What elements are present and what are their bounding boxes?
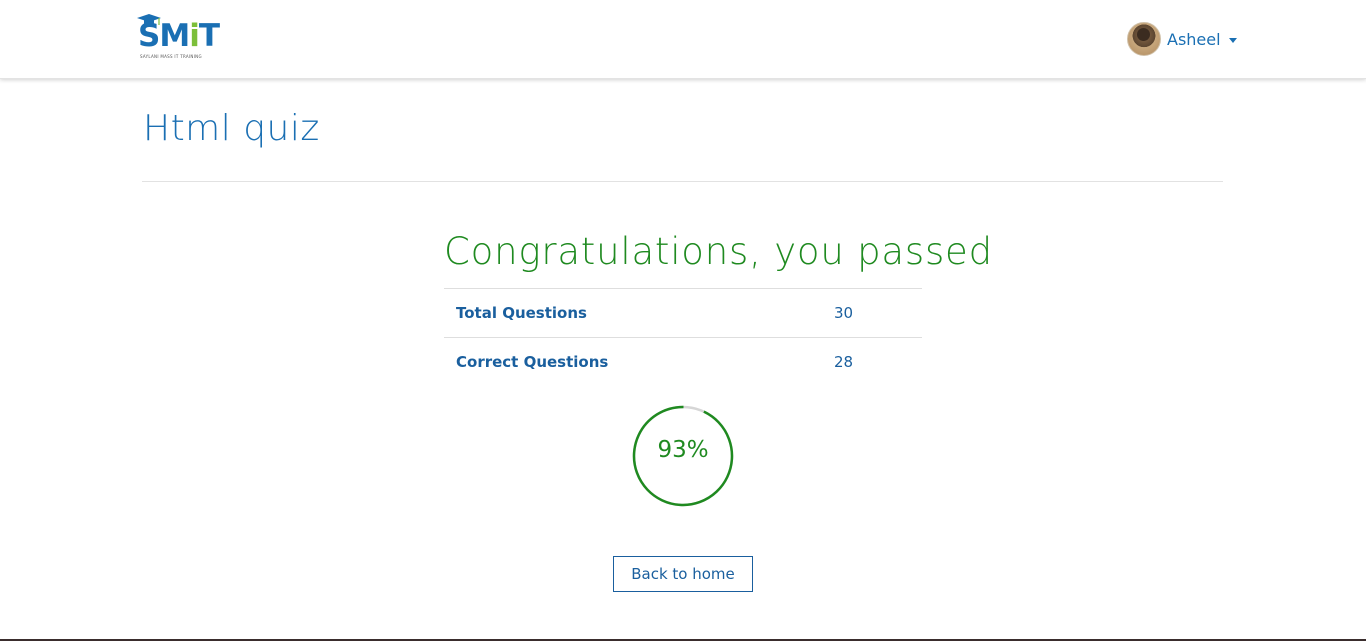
stat-label: Total Questions — [444, 288, 822, 338]
user-name: Asheel — [1167, 29, 1221, 49]
logo-subtitle: SAYLANI MASS IT TRAINING — [140, 54, 202, 59]
score-percent: 93% — [657, 437, 709, 463]
logo-wordmark: SMiT — [138, 18, 220, 54]
table-row: Correct Questions 28 — [444, 337, 922, 386]
back-to-home-button[interactable]: Back to home — [613, 556, 753, 592]
result-heading: Congratulations, you passed — [444, 230, 993, 273]
title-divider — [142, 181, 1223, 182]
stat-value: 28 — [822, 337, 922, 386]
table-row: Total Questions 30 — [444, 288, 922, 338]
smit-logo[interactable]: SMiT SAYLANI MASS IT TRAINING — [134, 12, 224, 64]
user-menu[interactable]: Asheel — [1127, 22, 1237, 56]
top-navbar: SMiT SAYLANI MASS IT TRAINING Asheel — [0, 0, 1366, 79]
chevron-down-icon — [1228, 38, 1237, 43]
avatar — [1127, 22, 1161, 56]
stat-value: 30 — [822, 288, 922, 338]
quiz-stats-table: Total Questions 30 Correct Questions 28 — [444, 288, 922, 386]
page-title: Html quiz — [143, 108, 320, 149]
stat-label: Correct Questions — [444, 337, 822, 386]
